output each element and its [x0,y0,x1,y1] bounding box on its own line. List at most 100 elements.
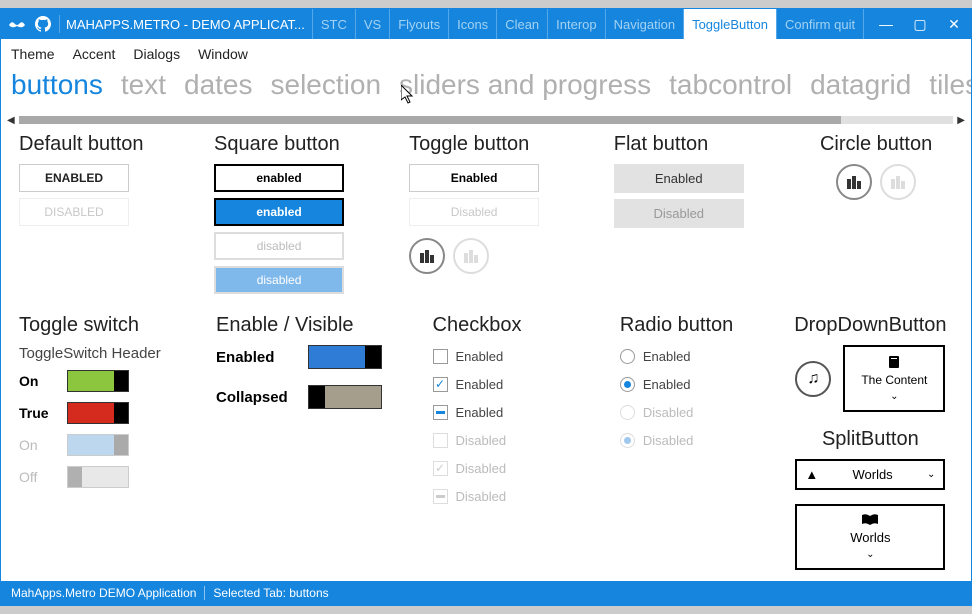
toggle-circle-1[interactable] [409,238,445,274]
toggle-disabled: Disabled [409,198,539,226]
tab-vs[interactable]: VS [355,9,390,39]
rb-label: Enabled [643,349,691,364]
radio-checked[interactable] [620,377,635,392]
radio-unchecked-dis [620,405,635,420]
switch-label-on-dis: On [19,437,57,453]
checkbox-indet-dis [433,489,448,504]
bigtab-selection[interactable]: selection [271,69,382,101]
flat-disabled: Disabled [614,199,744,228]
bigtab-buttons[interactable]: buttons [11,69,103,101]
square-enabled-2[interactable]: enabled [214,198,344,226]
rb-label: Disabled [643,433,694,448]
circle-button-title: Circle button [820,133,932,156]
bigtab-dates[interactable]: dates [184,69,253,101]
flat-enabled[interactable]: Enabled [614,164,744,193]
statusbar: MahApps.Metro DEMO Application Selected … [1,581,971,605]
city-icon [845,173,863,191]
dropdown-content-button[interactable]: The Content ⌄ [843,345,945,412]
checkbox-checked[interactable]: ✓ [433,377,448,392]
split-button-1[interactable]: ▲ Worlds ⌄ [795,459,945,490]
maximize-button[interactable]: ▢ [903,9,937,39]
book-icon [861,514,879,526]
scroll-right-icon[interactable]: ▶ [957,115,965,126]
city-icon [889,173,907,191]
cb-label: Disabled [456,461,507,476]
titlebar-tabs: STC VS Flyouts Icons Clean Interop Navig… [313,9,869,39]
content: Default button ENABLED DISABLED Square b… [1,127,971,581]
app-window: MAHAPPS.METRO - DEMO APPLICAT... STC VS … [0,8,972,606]
tab-togglebutton[interactable]: ToggleButton [683,9,777,39]
bigtab-tabcontrol[interactable]: tabcontrol [669,69,792,101]
checkbox-checked-dis: ✓ [433,461,448,476]
mustache-icon [7,17,27,31]
scroll-thumb[interactable] [19,116,841,124]
section-tabs: buttons text dates selection sliders and… [1,69,971,113]
tab-flyouts[interactable]: Flyouts [389,9,449,39]
splitbutton-title: SplitButton [822,428,919,451]
switch-true-red[interactable] [67,402,129,424]
scroll-track[interactable] [19,116,954,124]
cb-label: Enabled [456,377,504,392]
city-icon [462,247,480,265]
dropdown-circle-button[interactable]: ♫ [795,361,831,397]
tab-icons[interactable]: Icons [448,9,497,39]
rb-label: Enabled [643,377,691,392]
bigtab-datagrid[interactable]: datagrid [810,69,911,101]
github-icon[interactable] [35,16,51,32]
bigtab-text[interactable]: text [121,69,166,101]
music-icon: ♫ [807,370,819,388]
titlebar[interactable]: MAHAPPS.METRO - DEMO APPLICAT... STC VS … [1,9,971,39]
tab-stc[interactable]: STC [312,9,356,39]
menu-dialogs[interactable]: Dialogs [133,46,180,62]
square-enabled-1[interactable]: enabled [214,164,344,192]
menu-accent[interactable]: Accent [73,46,116,62]
book-icon [887,355,901,369]
toggle-circle-2 [453,238,489,274]
cb-label: Enabled [456,349,504,364]
circle-disabled [880,164,916,200]
scroll-left-icon[interactable]: ◀ [7,115,15,126]
chevron-down-icon: ⌄ [866,549,874,560]
menu-theme[interactable]: Theme [11,46,55,62]
dropdown-title: DropDownButton [794,314,946,337]
divider-icon [59,15,60,33]
switch-on-disabled [67,434,129,456]
window-title: MAHAPPS.METRO - DEMO APPLICAT... [66,17,305,32]
switch-label-true: True [19,405,57,421]
default-button-title: Default button [19,133,192,156]
ev-collapsed-switch[interactable] [308,385,382,409]
switch-on-green[interactable] [67,370,129,392]
split-button-2[interactable]: Worlds ⌄ [795,504,945,570]
switch-label-off-dis: Off [19,469,57,485]
default-disabled-button: DISABLED [19,198,129,226]
status-selected: Selected Tab: buttons [213,586,328,600]
bigtab-tiles[interactable]: tiles [929,69,971,101]
tab-clean[interactable]: Clean [496,9,548,39]
radio-checked-dis [620,433,635,448]
bigtab-scroll: ◀ ▶ [1,113,971,127]
minimize-button[interactable]: — [869,9,903,39]
switch-label-on: On [19,373,57,389]
toggle-button-title: Toggle button [409,133,592,156]
checkbox-title: Checkbox [433,314,598,337]
toggle-switch-title: Toggle switch [19,314,194,337]
toggle-enabled[interactable]: Enabled [409,164,539,192]
tab-navigation[interactable]: Navigation [605,9,684,39]
close-button[interactable]: ✕ [937,9,971,39]
enable-visible-title: Enable / Visible [216,314,410,337]
radio-title: Radio button [620,314,766,337]
bigtab-sliders[interactable]: sliders and progress [399,69,651,101]
split-label: Worlds [852,467,892,482]
tab-interop[interactable]: Interop [547,9,605,39]
radio-unchecked[interactable] [620,349,635,364]
menu-window[interactable]: Window [198,46,248,62]
ev-enabled-switch[interactable] [308,345,382,369]
chevron-down-icon: ⌄ [927,469,935,480]
checkbox-indeterminate[interactable] [433,405,448,420]
default-enabled-button[interactable]: ENABLED [19,164,129,192]
tab-confirm-quit[interactable]: Confirm quit [776,9,864,39]
checkbox-unchecked[interactable] [433,349,448,364]
circle-enabled[interactable] [836,164,872,200]
ev-collapsed-label: Collapsed [216,389,294,406]
checkbox-unchecked-dis [433,433,448,448]
